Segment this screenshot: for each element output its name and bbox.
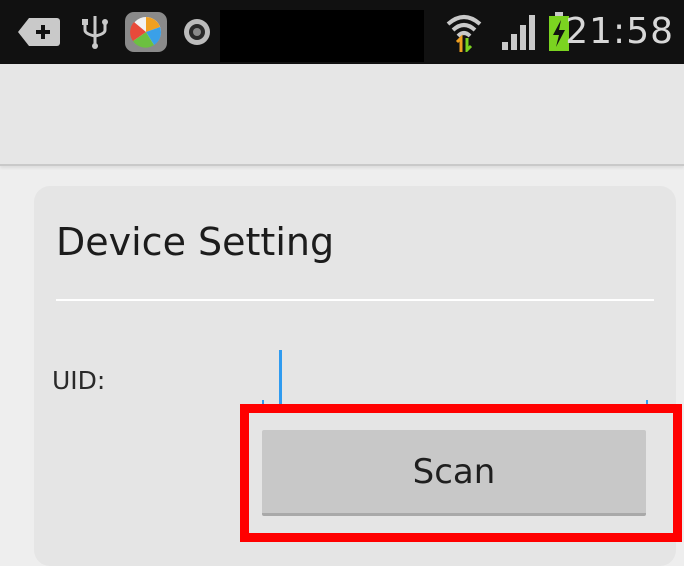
status-time: 21:58 bbox=[565, 11, 674, 52]
card-title: Device Setting bbox=[56, 220, 335, 264]
uid-label: UID: bbox=[52, 366, 106, 395]
app-pinwheel-icon bbox=[124, 12, 168, 52]
usb-icon bbox=[80, 14, 110, 50]
action-bar bbox=[0, 64, 684, 166]
scan-button[interactable]: Scan bbox=[262, 430, 646, 516]
wifi-icon bbox=[446, 14, 482, 52]
signal-icon bbox=[500, 14, 540, 50]
status-bar-blank-area bbox=[220, 10, 424, 62]
add-box-icon bbox=[16, 14, 62, 50]
text-cursor bbox=[279, 350, 282, 404]
status-bar: 21:58 bbox=[0, 0, 684, 64]
uid-input[interactable] bbox=[262, 346, 648, 404]
uid-input-right-tick bbox=[646, 400, 648, 408]
card-divider bbox=[56, 299, 654, 301]
uid-input-left-tick bbox=[262, 400, 264, 408]
camera-icon bbox=[182, 14, 212, 50]
